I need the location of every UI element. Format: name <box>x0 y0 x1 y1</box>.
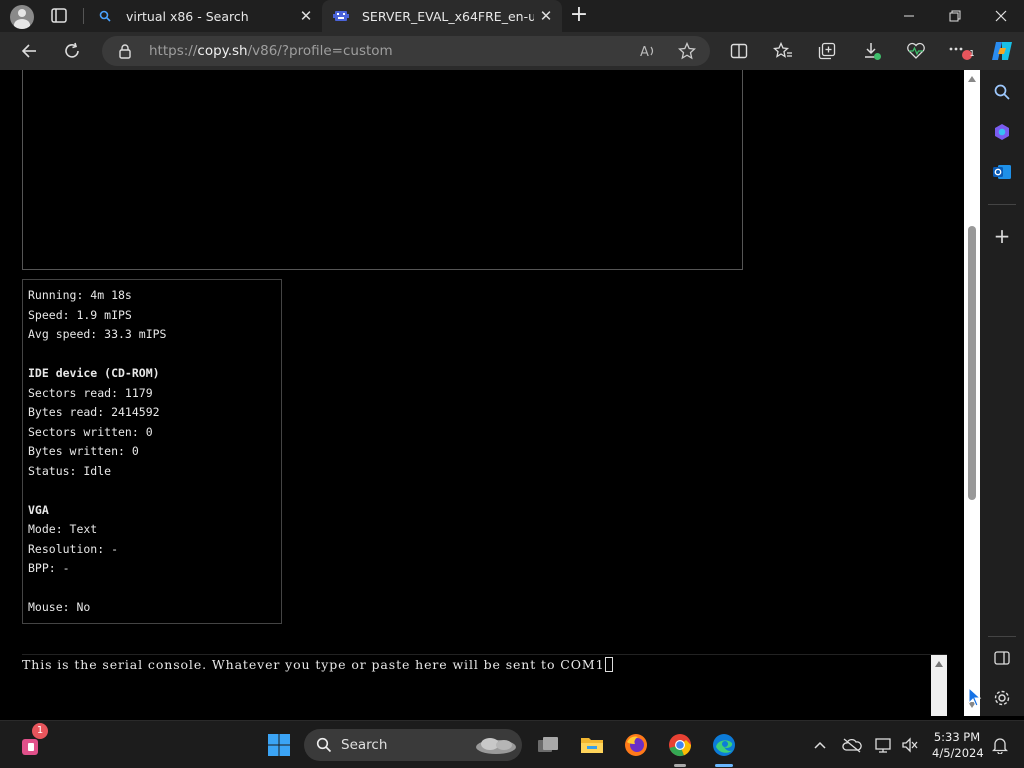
info-row: Resolution: - <box>28 541 119 556</box>
search-label: Search <box>341 737 388 753</box>
lock-icon[interactable] <box>118 43 132 63</box>
copilot-sidebar-icon[interactable] <box>990 120 1014 144</box>
info-row: Avg speed: 33.3 mIPS <box>28 327 167 341</box>
vga-screen[interactable] <box>22 70 743 270</box>
split-screen-icon[interactable] <box>722 32 756 70</box>
close-window-icon[interactable] <box>978 0 1024 32</box>
chrome-icon[interactable] <box>664 729 696 761</box>
tab-title: virtual x86 - Search <box>126 8 249 24</box>
info-row: BPP: - <box>28 561 70 575</box>
info-row: Sectors written: 0 <box>28 424 153 439</box>
screen: virtual x86 - Search ✕ SERVER_EVAL_x64FR… <box>0 0 1024 768</box>
browser-toolbar: https://copy.sh/v86/?profile=custom A 1 <box>0 32 1024 70</box>
info-row: Running: 4m 18s <box>28 288 132 302</box>
clock-time: 5:33 PM <box>933 730 981 744</box>
read-aloud-icon[interactable]: A <box>631 32 665 70</box>
web-page: Running: 4m 18s Speed: 1.9 mIPS Avg speed:… <box>4 70 964 716</box>
serial-console-message: This is the serial console. Whatever you… <box>22 657 605 672</box>
sidebar-divider <box>988 636 1016 637</box>
browser-essentials-icon[interactable] <box>899 32 933 70</box>
scrollbar-thumb[interactable] <box>968 226 976 500</box>
search-highlight-icon <box>472 733 518 761</box>
info-row: Bytes read: 2414592 <box>28 405 160 419</box>
settings-gear-icon[interactable] <box>990 686 1014 710</box>
info-row: Sectors read: 1179 <box>28 385 153 400</box>
scroll-up-icon[interactable] <box>968 76 976 82</box>
url-prefix: https:// <box>149 43 198 59</box>
tab-title: SERVER_EVAL_x64FRE_en-us.iso <box>362 8 534 24</box>
serial-console-text: This is the serial console. Whatever you… <box>22 657 614 672</box>
clock[interactable]: 5:33 PM 4/5/2024 <box>932 729 984 761</box>
refresh-icon[interactable] <box>55 32 89 70</box>
outlook-icon[interactable] <box>990 160 1014 184</box>
back-icon[interactable] <box>12 32 46 70</box>
search-icon <box>96 8 114 24</box>
clock-date: 4/5/2024 <box>932 746 984 760</box>
firefox-icon[interactable] <box>620 729 652 761</box>
info-row: Mode: Text <box>28 522 98 536</box>
tab-server-eval[interactable]: SERVER_EVAL_x64FRE_en-us.iso ✕ <box>322 0 562 32</box>
task-view-icon[interactable] <box>532 729 564 761</box>
volume-muted-icon[interactable] <box>894 729 926 761</box>
mouse-pointer-icon <box>968 686 982 707</box>
info-row: IDE device (CD-ROM) <box>28 366 160 380</box>
show-hidden-icons-icon[interactable] <box>804 729 836 761</box>
v86-icon <box>332 8 350 24</box>
add-icon[interactable]: + <box>990 224 1014 248</box>
serial-scrollbar[interactable] <box>931 655 947 716</box>
extensions-badge: 1 <box>969 49 975 58</box>
tab-actions-icon[interactable] <box>48 6 70 26</box>
copilot-icon[interactable] <box>985 32 1019 70</box>
info-row: Bytes written: 0 <box>28 444 139 458</box>
file-explorer-icon[interactable] <box>576 729 608 761</box>
onedrive-offline-icon[interactable] <box>836 729 868 761</box>
new-tab-button[interactable]: + <box>566 4 592 28</box>
page-scrollbar[interactable] <box>964 70 980 716</box>
info-row: Mouse: No <box>28 600 91 614</box>
hide-sidebar-icon[interactable] <box>990 646 1014 670</box>
active-app-indicator <box>715 764 733 767</box>
info-row: VGA <box>28 502 49 517</box>
close-tab-icon[interactable]: ✕ <box>534 4 558 28</box>
text-cursor <box>605 657 614 672</box>
taskbar-search[interactable]: Search <box>304 729 522 761</box>
profile-avatar[interactable] <box>10 5 34 29</box>
tab-strip: virtual x86 - Search ✕ SERVER_EVAL_x64FR… <box>0 0 1024 32</box>
running-indicator <box>674 764 686 767</box>
sidebar-divider <box>988 204 1016 205</box>
edge-icon[interactable] <box>708 729 740 761</box>
svg-text:A: A <box>640 45 649 59</box>
emulator-info-panel: Running: 4m 18s Speed: 1.9 mIPS Avg speed:… <box>22 279 282 624</box>
scroll-up-icon[interactable] <box>935 661 943 667</box>
collections-icon[interactable] <box>810 32 844 70</box>
search-icon[interactable] <box>990 80 1014 104</box>
start-icon[interactable] <box>263 729 295 761</box>
minimize-icon[interactable] <box>886 0 932 32</box>
favorites-icon[interactable] <box>766 32 800 70</box>
serial-console[interactable]: This is the serial console. Whatever you… <box>22 654 947 716</box>
restore-icon[interactable] <box>932 0 978 32</box>
url-host: copy.sh <box>197 43 248 59</box>
tab-search[interactable]: virtual x86 - Search ✕ <box>86 0 322 32</box>
notification-badge: 1 <box>32 723 48 739</box>
widgets-icon[interactable]: 1 <box>16 723 48 761</box>
more-options-icon[interactable]: 1 <box>943 32 977 70</box>
url-text[interactable]: https://copy.sh/v86/?profile=custom <box>149 43 393 59</box>
info-row: Status: Idle <box>28 463 112 478</box>
tab-divider <box>83 8 84 24</box>
address-bar[interactable]: https://copy.sh/v86/?profile=custom A <box>102 36 710 66</box>
edge-sidebar: + <box>980 70 1024 716</box>
url-path: /v86/?profile=custom <box>247 43 393 59</box>
search-icon <box>316 737 332 757</box>
favorite-star-icon[interactable] <box>670 32 704 70</box>
windows-taskbar: 1 Search 5:33 PM 4/5/2024 <box>0 720 1024 768</box>
close-tab-icon[interactable]: ✕ <box>294 4 318 28</box>
notifications-bell-icon[interactable] <box>984 729 1016 761</box>
downloads-icon[interactable] <box>855 32 889 70</box>
info-row: Speed: 1.9 mIPS <box>28 307 132 322</box>
